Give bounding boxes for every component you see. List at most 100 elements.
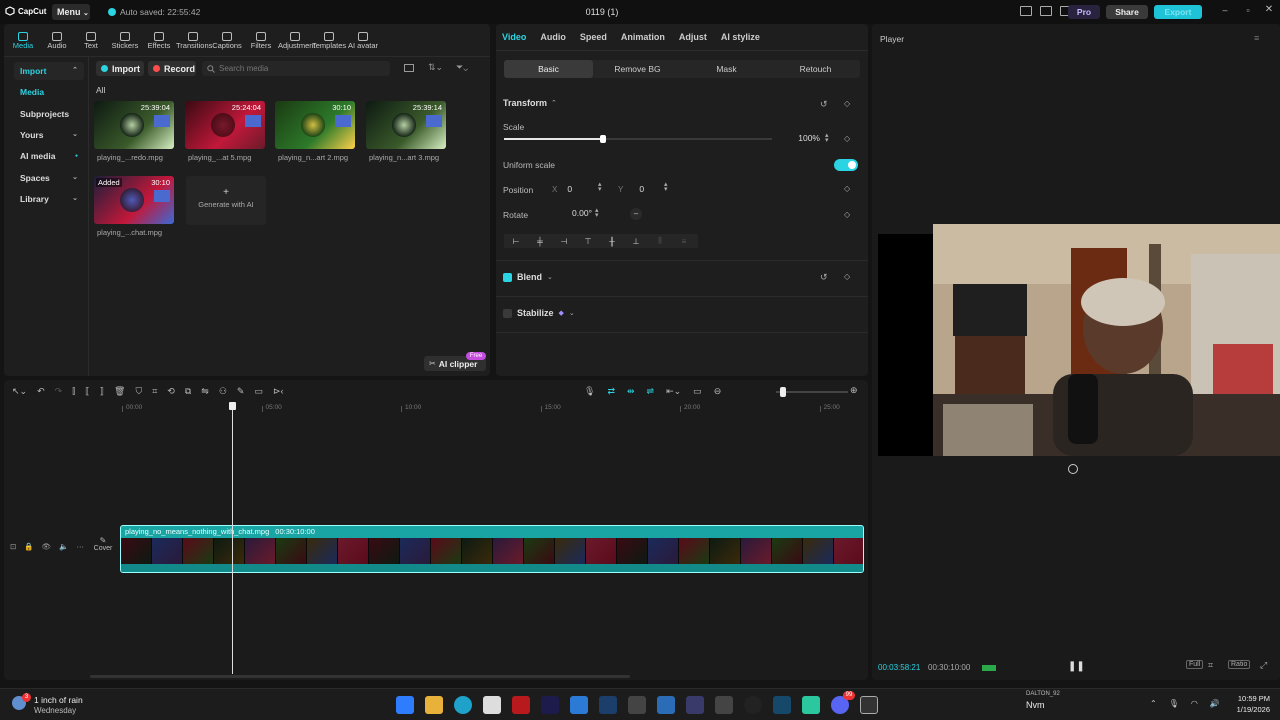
- blend-checkbox[interactable]: [503, 272, 512, 282]
- toolbar-audio[interactable]: Audio: [40, 27, 74, 50]
- sidebar-item-library[interactable]: Library ⌄: [14, 190, 84, 208]
- sidebar-item-subprojects[interactable]: Subprojects: [14, 105, 84, 123]
- wifi-icon[interactable]: ◠: [1191, 699, 1198, 708]
- align-right-icon[interactable]: ⊣: [552, 234, 576, 248]
- tab-ai-stylize[interactable]: AI stylize: [721, 32, 760, 42]
- uniform-scale-toggle[interactable]: [834, 159, 858, 171]
- file-explorer-icon[interactable]: [425, 696, 443, 714]
- sidebar-item-import[interactable]: Import ⌃: [14, 62, 84, 80]
- clock-time[interactable]: 10:59 PM: [1220, 694, 1270, 703]
- undo-icon[interactable]: ↶: [37, 386, 45, 397]
- transform-header[interactable]: Transform ⌃: [503, 98, 557, 108]
- toolbar-adjustment[interactable]: Adjustment: [278, 27, 316, 50]
- sort-icon[interactable]: ⇅⌄: [428, 62, 443, 73]
- generate-with-ai-card[interactable]: + Generate with AI: [186, 176, 266, 225]
- notes-icon[interactable]: [657, 696, 675, 714]
- toolbar-ai-avatar[interactable]: AI avatar: [346, 27, 380, 50]
- speed-icon[interactable]: ⟲: [167, 386, 175, 397]
- export-button[interactable]: Export: [1154, 5, 1202, 19]
- main-track-magnet-icon[interactable]: ⇄: [607, 386, 615, 397]
- wave-app-icon[interactable]: [686, 696, 704, 714]
- media-thumbnail[interactable]: 25:39:14: [366, 101, 446, 149]
- keyframe-icon[interactable]: ◇: [844, 210, 850, 219]
- toolbar-filters[interactable]: Filters: [244, 27, 278, 50]
- close-icon[interactable]: ✕: [1262, 4, 1276, 15]
- store-icon[interactable]: [483, 696, 501, 714]
- linkage-icon[interactable]: ⇌: [647, 386, 655, 397]
- import-button[interactable]: Import: [96, 61, 144, 76]
- video-preview[interactable]: [933, 224, 1280, 456]
- scale-stepper-icon[interactable]: ▴ ▾: [825, 132, 829, 144]
- mic-tray-icon[interactable]: 🎙: [1169, 699, 1179, 708]
- ratio-button[interactable]: Ratio: [1228, 660, 1251, 669]
- keyframe-icon[interactable]: ◇: [844, 184, 850, 193]
- sidebar-item-spaces[interactable]: Spaces ⌄: [14, 169, 84, 187]
- subtab-mask[interactable]: Mask: [682, 60, 771, 78]
- split-right-icon[interactable]: ⟧: [100, 386, 104, 397]
- tab-adjust[interactable]: Adjust: [679, 32, 707, 42]
- scale-slider-handle[interactable]: [600, 135, 607, 143]
- windows-start-icon[interactable]: [396, 696, 414, 714]
- microphone-icon[interactable]: 🎙: [584, 386, 595, 397]
- pause-icon[interactable]: ❚❚: [1068, 661, 1085, 672]
- pro-button[interactable]: Pro: [1068, 5, 1100, 19]
- media-item[interactable]: 30:10 playing_n...art 2.mpg: [275, 101, 355, 162]
- stabilize-header[interactable]: Stabilize ◆ ⌄: [503, 308, 575, 318]
- rotate-dial-icon[interactable]: –: [630, 208, 642, 220]
- split-left-icon[interactable]: ⟦: [85, 386, 89, 397]
- playhead-handle[interactable]: [229, 402, 236, 410]
- lock-icon[interactable]: 🔒: [24, 542, 33, 551]
- grid-view-icon[interactable]: [404, 64, 414, 72]
- marker-icon[interactable]: ⛉: [135, 386, 142, 397]
- minimize-icon[interactable]: –: [1218, 5, 1232, 15]
- crop-icon[interactable]: ⌗: [1208, 660, 1213, 671]
- capcut-taskbar-icon[interactable]: [860, 696, 878, 714]
- toolbar-stickers[interactable]: Stickers: [108, 27, 142, 50]
- menu-button[interactable]: Menu ⌄: [52, 4, 90, 20]
- tray-chevron-icon[interactable]: ⌃: [1150, 699, 1157, 708]
- align-bottom-icon[interactable]: ⊥: [624, 234, 648, 248]
- maximize-icon[interactable]: ▫: [1241, 5, 1255, 15]
- delete-icon[interactable]: 🗑: [114, 386, 125, 397]
- tab-speed[interactable]: Speed: [580, 32, 607, 42]
- keyframe-icon[interactable]: ◇: [844, 272, 850, 281]
- search-input[interactable]: [219, 64, 379, 73]
- zoom-slider-track[interactable]: [776, 391, 848, 393]
- media-thumbnail[interactable]: Added 30:10: [94, 176, 174, 224]
- media-search[interactable]: [202, 61, 390, 76]
- reset-icon[interactable]: ↺: [820, 272, 828, 283]
- tab-animation[interactable]: Animation: [621, 32, 665, 42]
- pos-x-stepper-icon[interactable]: ▴ ▾: [598, 181, 602, 193]
- keyframe-icon[interactable]: ◇: [844, 99, 850, 108]
- mail-icon[interactable]: [570, 696, 588, 714]
- filter-icon[interactable]: ⏷⌄: [456, 62, 468, 73]
- share-button[interactable]: Share: [1106, 5, 1148, 19]
- game-app-icon[interactable]: [599, 696, 617, 714]
- subtab-remove-bg[interactable]: Remove BG: [593, 60, 682, 78]
- more-tools-icon[interactable]: ⊳‹: [273, 386, 284, 397]
- rotate-handle-icon[interactable]: [1068, 464, 1078, 474]
- resize-icon[interactable]: ▭: [254, 386, 263, 397]
- toolbar-transitions[interactable]: Transitions: [176, 27, 212, 50]
- volume-icon[interactable]: 🔊: [1210, 699, 1220, 708]
- obs-icon[interactable]: [744, 696, 762, 714]
- media-item[interactable]: 25:39:14 playing_n...art 3.mpg: [366, 101, 446, 162]
- align-center-v-icon[interactable]: ╫: [600, 234, 624, 248]
- blend-header[interactable]: Blend ⌄: [503, 272, 553, 282]
- steam-icon[interactable]: [773, 696, 791, 714]
- now-playing-title[interactable]: Nvm: [1026, 700, 1045, 710]
- record-button[interactable]: Record: [148, 61, 196, 76]
- premiere-icon[interactable]: [541, 696, 559, 714]
- eye-icon[interactable]: 👁: [42, 542, 52, 551]
- edge-icon[interactable]: [454, 696, 472, 714]
- keyframe-icon[interactable]: ◇: [844, 134, 850, 143]
- toolbar-effects[interactable]: Effects: [142, 27, 176, 50]
- split-icon[interactable]: ⫿: [72, 386, 75, 397]
- media-thumbnail[interactable]: 25:39:04: [94, 101, 174, 149]
- weather-title[interactable]: 1 inch of rain: [34, 695, 83, 705]
- full-button[interactable]: Full: [1186, 660, 1204, 669]
- align-top-icon[interactable]: ⊤: [576, 234, 600, 248]
- media-item[interactable]: 25:39:04 playing_...redo.mpg: [94, 101, 174, 162]
- panel-layout-icon[interactable]: [1040, 6, 1052, 16]
- toolbar-templates[interactable]: Templates: [312, 27, 346, 50]
